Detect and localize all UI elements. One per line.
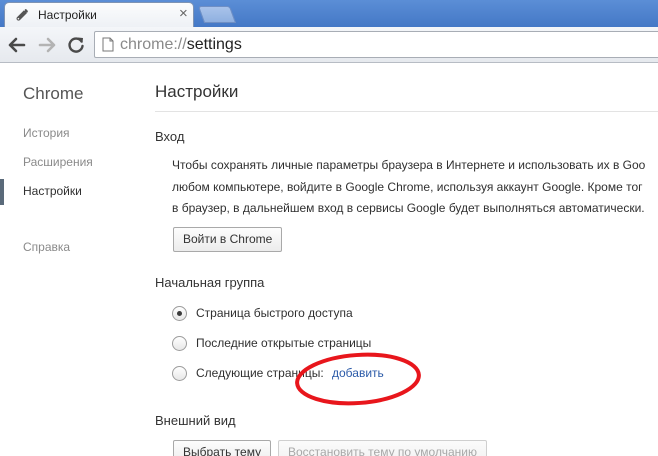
signin-description-line: Чтобы сохранять личные параметры браузер… (172, 158, 646, 172)
forward-arrow-icon[interactable] (37, 35, 57, 55)
sidebar-brand: Chrome (23, 84, 84, 103)
page-title: Настройки (155, 82, 239, 101)
signin-description-line: в браузер, в дальнейшем вход в сервисы G… (172, 201, 645, 215)
sidebar-item-extensions[interactable]: Расширения (23, 155, 93, 169)
add-pages-link[interactable]: добавить (332, 366, 384, 380)
choose-theme-button[interactable]: Выбрать тему (173, 440, 272, 456)
radio-button-checked[interactable] (172, 306, 187, 321)
sidebar-item-history[interactable]: История (23, 126, 70, 140)
radio-button[interactable] (172, 366, 187, 381)
radio-button[interactable] (172, 336, 187, 351)
url-host: settings (186, 36, 242, 53)
section-title-startup: Начальная группа (155, 275, 265, 290)
new-tab-button[interactable] (197, 6, 237, 23)
tab-settings[interactable]: Настройки × (4, 2, 194, 27)
section-title-appearance: Внешний вид (155, 413, 236, 428)
close-icon[interactable]: × (179, 6, 188, 21)
tab-strip: Настройки × (0, 0, 658, 27)
section-title-signin: Вход (155, 129, 185, 144)
sidebar: Chrome История Расширения Настройки Спра… (0, 64, 135, 456)
signin-description-line: любом компьютере, войдите в Google Chrom… (172, 179, 643, 194)
wrench-icon (16, 8, 28, 21)
sidebar-item-settings[interactable]: Настройки (23, 184, 82, 198)
signin-button[interactable]: Войти в Chrome (173, 227, 283, 252)
toolbar: chrome://settings (0, 27, 658, 63)
sidebar-item-help[interactable]: Справка (23, 240, 70, 254)
reload-icon[interactable] (66, 35, 86, 55)
signin-description: Чтобы сохранять личные параметры браузер… (172, 155, 658, 220)
reset-theme-button[interactable]: Восстановить тему по умолчанию (278, 440, 487, 456)
title-divider (155, 111, 658, 112)
address-url: chrome://settings (120, 36, 242, 54)
page-icon (102, 37, 114, 52)
back-arrow-icon[interactable] (7, 35, 27, 55)
radio-label: Страница быстрого доступа (196, 306, 353, 320)
tab-title: Настройки (38, 8, 97, 22)
url-scheme: chrome:// (120, 36, 187, 53)
radio-label: Последние открытые страницы (196, 336, 372, 350)
address-bar[interactable]: chrome://settings (94, 31, 658, 58)
active-indicator (0, 179, 4, 205)
radio-label: Следующие страницы: (196, 366, 324, 380)
